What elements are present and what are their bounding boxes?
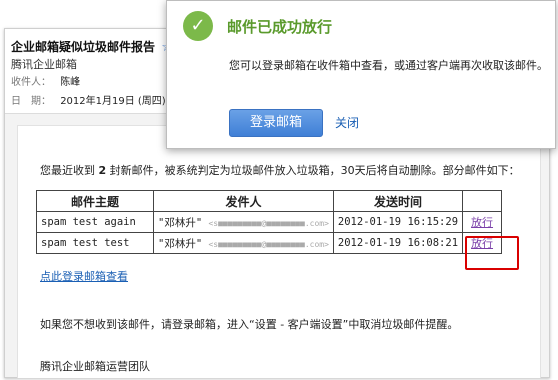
release-success-dialog: ✓ 邮件已成功放行 您可以登录邮箱在收件箱中查看，或通过客户端再次收取该邮件。 … xyxy=(166,0,556,149)
check-circle-icon: ✓ xyxy=(183,11,213,41)
row-sender-email: <s■■■■■■■■■@■■■■■■■■.com> xyxy=(208,239,329,249)
header-time: 发送时间 xyxy=(332,190,464,212)
intro-text-after: 封新邮件，被系统判定为垃圾邮件放入垃圾箱，30天后将自动删除。部分邮件如下： xyxy=(106,164,520,177)
highlight-annotation xyxy=(465,236,519,270)
recipient-label: 收件人： xyxy=(11,77,51,88)
row-subject: spam test again xyxy=(36,211,154,233)
login-mailbox-link[interactable]: 点此登录邮箱查看 xyxy=(40,268,128,284)
row-subject: spam test test xyxy=(36,232,154,254)
row-sender-name: "邓林升" xyxy=(158,237,203,250)
row-sender-email: <s■■■■■■■■■@■■■■■■■■.com> xyxy=(208,218,329,228)
recipient-row: 收件人： 陈峰 xyxy=(11,73,80,88)
dialog-message: 您可以登录邮箱在收件箱中查看，或通过客户端再次收取该邮件。 xyxy=(229,59,548,72)
spam-count: 2 xyxy=(98,164,107,177)
table-header-row: 邮件主题 发件人 发送时间 xyxy=(36,190,503,212)
row-time: 2012-01-19 16:08:21 xyxy=(332,232,464,254)
date-label: 日 期： xyxy=(11,96,51,107)
dialog-divider xyxy=(167,39,555,40)
email-subject: 企业邮箱疑似垃圾邮件报告 ☆ xyxy=(11,38,173,55)
row-sender: "邓林升" <s■■■■■■■■■@■■■■■■■■.com> xyxy=(153,232,334,254)
email-subject-text: 企业邮箱疑似垃圾邮件报告 xyxy=(11,40,156,54)
signature: 腾讯企业邮箱运营团队 xyxy=(40,360,150,373)
header-sender: 发件人 xyxy=(153,190,334,212)
close-link[interactable]: 关闭 xyxy=(335,114,359,131)
table-row: spam test again "邓林升" <s■■■■■■■■■@■■■■■■… xyxy=(36,211,503,233)
header-subject: 邮件主题 xyxy=(36,190,154,212)
intro-text: 您最近收到 2 封新邮件，被系统判定为垃圾邮件放入垃圾箱，30天后将自动删除。部… xyxy=(40,162,520,178)
intro-text-before: 您最近收到 xyxy=(40,164,99,177)
login-mailbox-button[interactable]: 登录邮箱 xyxy=(229,109,323,137)
email-body: 您最近收到 2 封新邮件，被系统判定为垃圾邮件放入垃圾箱，30天后将自动删除。部… xyxy=(17,125,541,378)
row-sender: "邓林升" <s■■■■■■■■■@■■■■■■■■.com> xyxy=(153,211,334,233)
row-sender-name: "邓林升" xyxy=(158,216,203,229)
spam-list-table: 邮件主题 发件人 发送时间 spam test again "邓林升" <s■■… xyxy=(36,190,503,254)
header-action xyxy=(462,190,503,212)
table-row: spam test test "邓林升" <s■■■■■■■■■@■■■■■■■… xyxy=(36,232,503,254)
sender-name: 腾讯企业邮箱 xyxy=(11,58,77,71)
footer-text: 如果您不想收到该邮件，请登录邮箱，进入“设置 - 客户端设置”中取消垃圾邮件提醒… xyxy=(40,318,459,331)
release-link[interactable]: 放行 xyxy=(471,216,493,229)
recipient-value[interactable]: 陈峰 xyxy=(60,77,80,88)
dialog-title: 邮件已成功放行 xyxy=(227,18,333,36)
row-action: 放行 xyxy=(462,211,503,233)
row-time: 2012-01-19 16:15:29 xyxy=(332,211,464,233)
